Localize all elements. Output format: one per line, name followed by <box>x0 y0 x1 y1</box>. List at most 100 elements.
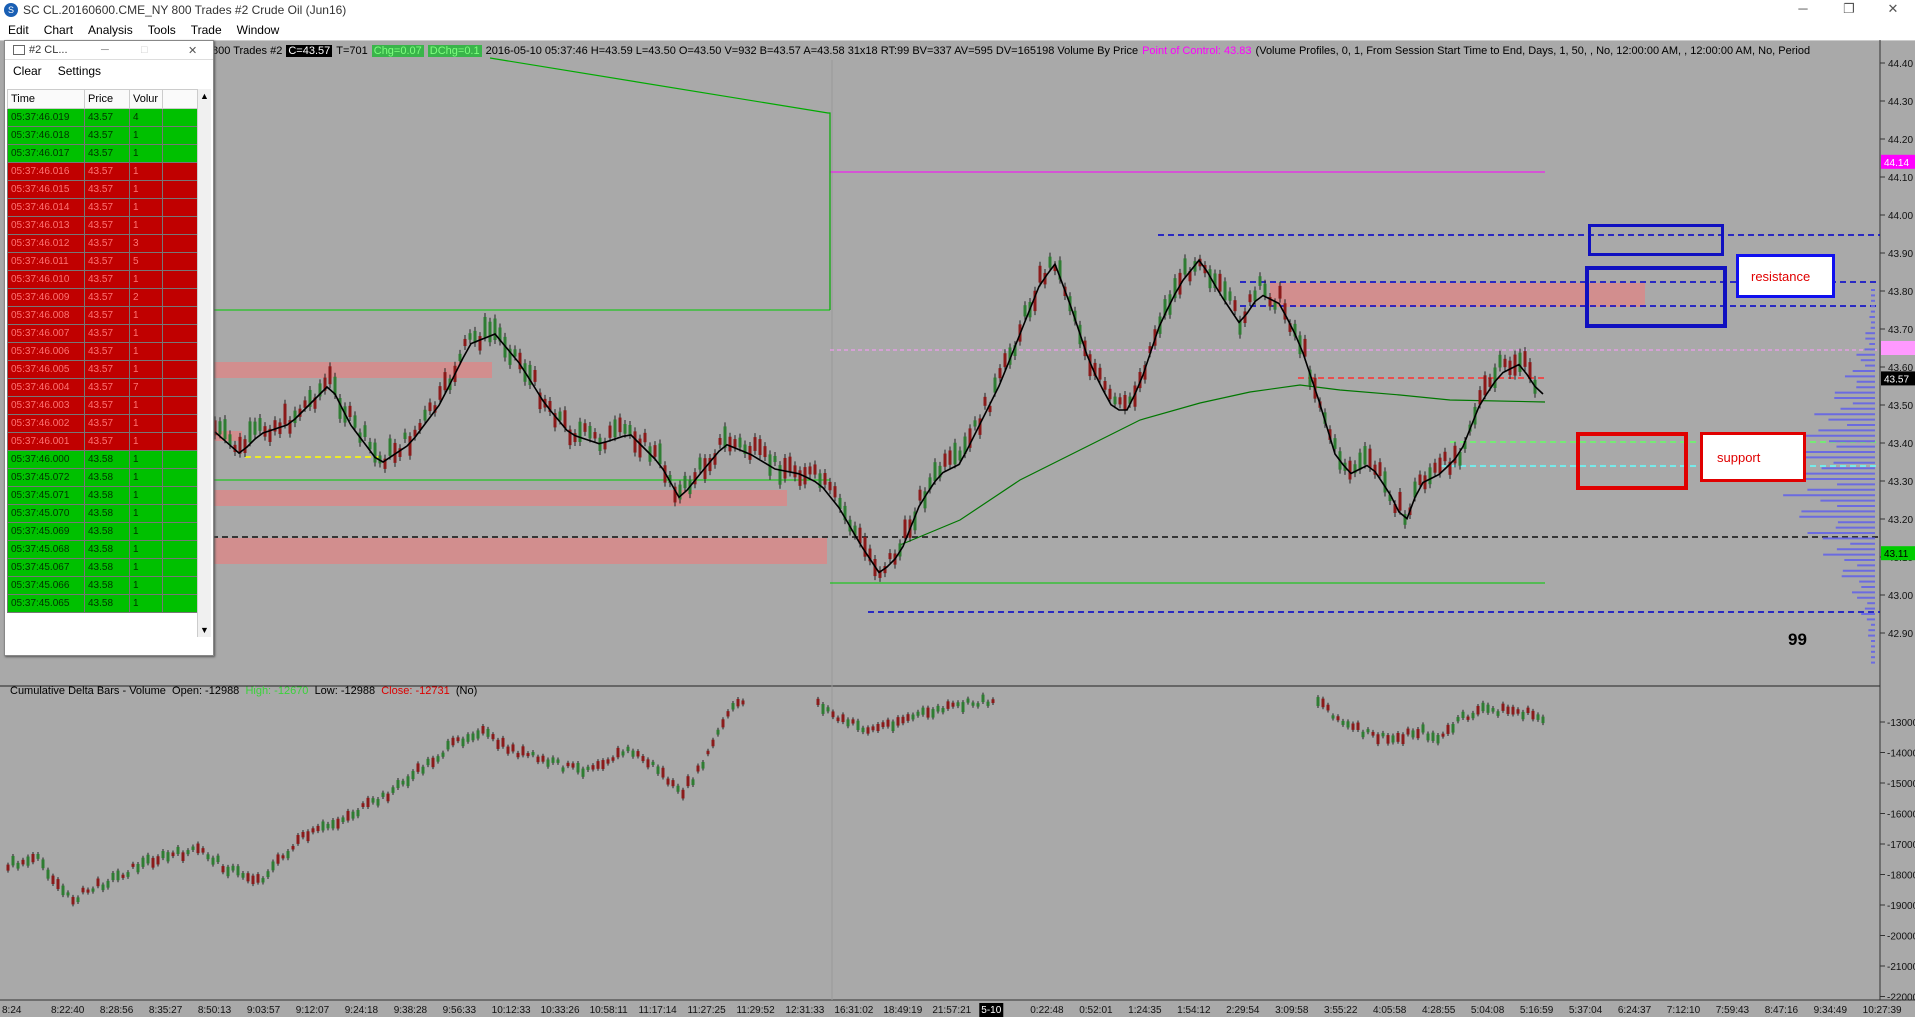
delta-bar <box>1331 715 1335 719</box>
support-box <box>1576 432 1688 490</box>
ts-close-icon[interactable]: ✕ <box>188 44 197 57</box>
ts-settings-button[interactable]: Settings <box>58 64 101 78</box>
menu-edit[interactable]: Edit <box>0 23 36 37</box>
ts-row[interactable]: 05:37:45.069 43.58 1 <box>7 522 210 541</box>
delta-bar <box>436 756 440 762</box>
delta-bar <box>621 751 625 756</box>
delta-bar <box>156 856 160 865</box>
time-tick-label: 8:24 <box>2 1005 22 1016</box>
delta-bar <box>1396 732 1400 742</box>
minimize-button[interactable]: ─ <box>1780 0 1826 20</box>
time-and-sales-window[interactable]: #2 CL... ─ □ ✕ Clear Settings Time Price… <box>4 40 214 656</box>
delta-bar <box>1516 709 1520 714</box>
candle-body <box>983 396 987 406</box>
delta-bar <box>701 761 705 769</box>
ts-col-time[interactable]: Time <box>7 89 85 109</box>
restore-button[interactable]: ❐ <box>1826 0 1872 20</box>
candle-body <box>458 353 462 362</box>
delta-bar <box>126 872 130 877</box>
delta-bar <box>1436 735 1440 744</box>
candle-body <box>283 403 287 425</box>
delta-bar <box>571 763 575 768</box>
ts-col-volume[interactable]: Volur <box>129 89 163 109</box>
ts-row[interactable]: 05:37:46.000 43.58 1 <box>7 450 210 469</box>
ts-row[interactable]: 05:37:46.019 43.57 4 <box>7 108 210 127</box>
ts-row[interactable]: 05:37:45.071 43.58 1 <box>7 486 210 505</box>
ts-row[interactable]: 05:37:46.013 43.57 1 <box>7 216 210 235</box>
time-tick-label: 1:54:12 <box>1177 1005 1211 1016</box>
ts-row[interactable]: 05:37:46.005 43.57 1 <box>7 360 210 379</box>
price-tick-label: 43.80 <box>1888 287 1913 298</box>
delta-bar <box>1451 724 1455 733</box>
ts-cell-time: 05:37:45.067 <box>7 558 85 577</box>
delta-bar <box>266 871 270 878</box>
ts-row[interactable]: 05:37:46.016 43.57 1 <box>7 162 210 181</box>
menu-analysis[interactable]: Analysis <box>80 23 140 37</box>
delta-bar <box>226 866 230 877</box>
ts-cell-price: 43.57 <box>84 342 130 361</box>
ts-clear-button[interactable]: Clear <box>13 64 42 78</box>
ts-row[interactable]: 05:37:46.009 43.57 2 <box>7 288 210 307</box>
ts-row[interactable]: 05:37:45.066 43.58 1 <box>7 576 210 595</box>
ts-restore-icon[interactable]: □ <box>141 44 148 56</box>
delta-bar <box>1506 706 1510 714</box>
menu-trade[interactable]: Trade <box>183 23 229 37</box>
delta-bar <box>721 719 725 728</box>
ts-row[interactable]: 05:37:46.010 43.57 1 <box>7 270 210 289</box>
candle-body <box>373 442 377 463</box>
ts-scrollbar[interactable]: ▲ ▼ <box>197 89 211 637</box>
price-tick-label: 44.20 <box>1888 135 1913 146</box>
scroll-down-icon[interactable]: ▼ <box>200 625 209 635</box>
candle-body <box>488 321 492 343</box>
candle-body <box>833 486 837 498</box>
ts-row[interactable]: 05:37:45.070 43.58 1 <box>7 504 210 523</box>
ts-cell-price: 43.58 <box>84 450 130 469</box>
candle-body <box>578 421 582 442</box>
delta-tick-label: -22000 <box>1887 993 1915 1004</box>
ts-row[interactable]: 05:37:46.003 43.57 1 <box>7 396 210 415</box>
close-button[interactable]: ✕ <box>1870 0 1915 20</box>
ts-row[interactable]: 05:37:46.018 43.57 1 <box>7 126 210 145</box>
price-chart[interactable]: 44.40 44.30 44.20 44.10 44.00 43.90 43.80 43.70… <box>0 40 1915 1017</box>
ts-row[interactable]: 05:37:46.015 43.57 1 <box>7 180 210 199</box>
title-bar: S SC CL.20160600.CME_NY 800 Trades #2 Cr… <box>0 0 1915 20</box>
ts-cell-vol: 1 <box>129 198 163 217</box>
ts-row[interactable]: 05:37:45.065 43.58 1 <box>7 594 210 613</box>
candle-body <box>1223 281 1227 301</box>
delta-bar <box>541 755 545 762</box>
ts-cell-price: 43.57 <box>84 252 130 271</box>
ts-row[interactable]: 05:37:45.067 43.58 1 <box>7 558 210 577</box>
candle-body <box>1278 285 1282 299</box>
ts-row[interactable]: 05:37:46.006 43.57 1 <box>7 342 210 361</box>
ts-cell-time: 05:37:45.068 <box>7 540 85 559</box>
ts-col-price[interactable]: Price <box>84 89 130 109</box>
menu-window[interactable]: Window <box>229 23 287 37</box>
ts-minimize-icon[interactable]: ─ <box>101 44 109 56</box>
delta-bar <box>1476 705 1480 715</box>
ts-row[interactable]: 05:37:46.012 43.57 3 <box>7 234 210 253</box>
ts-row[interactable]: 05:37:46.014 43.57 1 <box>7 198 210 217</box>
delta-bar <box>946 701 950 709</box>
time-tick-label: 8:50:13 <box>198 1005 232 1016</box>
delta-bar <box>966 698 970 703</box>
menu-chart[interactable]: Chart <box>36 23 80 37</box>
ts-row[interactable]: 05:37:46.002 43.57 1 <box>7 414 210 433</box>
ts-row[interactable]: 05:37:46.004 43.57 7 <box>7 378 210 397</box>
ts-row[interactable]: 05:37:45.068 43.58 1 <box>7 540 210 559</box>
menu-tools[interactable]: Tools <box>140 23 183 37</box>
candle-body <box>1233 300 1237 312</box>
candle-body <box>828 481 832 491</box>
ts-row[interactable]: 05:37:46.007 43.57 1 <box>7 324 210 343</box>
delta-bar <box>1526 707 1530 714</box>
delta-bar <box>216 855 220 863</box>
ts-row[interactable]: 05:37:45.072 43.58 1 <box>7 468 210 487</box>
candle-body <box>658 443 662 465</box>
support-label-box: support <box>1700 432 1806 482</box>
scroll-up-icon[interactable]: ▲ <box>200 91 209 101</box>
ts-row[interactable]: 05:37:46.011 43.57 5 <box>7 252 210 271</box>
delta-bar <box>986 701 990 706</box>
candle-body <box>1503 358 1507 368</box>
ts-row[interactable]: 05:37:46.008 43.57 1 <box>7 306 210 325</box>
ts-row[interactable]: 05:37:46.001 43.57 1 <box>7 432 210 451</box>
ts-row[interactable]: 05:37:46.017 43.57 1 <box>7 144 210 163</box>
